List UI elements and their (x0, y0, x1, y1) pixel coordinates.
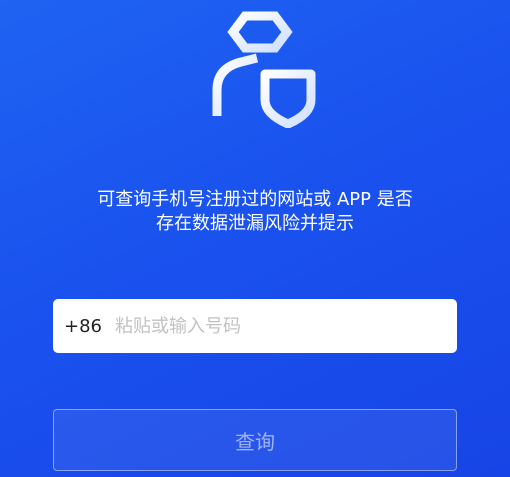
query-button-label: 查询 (235, 429, 275, 454)
app-logo-icon (207, 10, 321, 129)
description-line-2: 存在数据泄漏风险并提示 (156, 213, 354, 234)
query-button[interactable]: 查询 (53, 409, 457, 471)
description-text: 可查询手机号注册过的网站或 APP 是否 存在数据泄漏风险并提示 (0, 188, 510, 236)
country-code[interactable]: +86 (64, 316, 102, 337)
phone-number-input[interactable] (115, 315, 375, 337)
description-line-1: 可查询手机号注册过的网站或 APP 是否 (97, 189, 413, 210)
phone-input-field[interactable]: +86 (53, 299, 457, 353)
